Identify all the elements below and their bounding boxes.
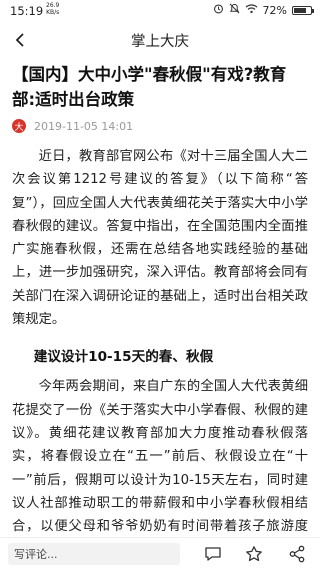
- article-paragraph: 今年两会期间，来自广东的全国人大代表黄细花提交了一份《关于落实大中小学春假、秋假…: [12, 379, 308, 557]
- share-button[interactable]: [287, 544, 307, 564]
- source-logo-icon: 大: [12, 119, 26, 133]
- star-icon: [246, 546, 262, 562]
- share-icon: [289, 545, 305, 563]
- battery-percent: 72%: [262, 3, 287, 17]
- comment-icon: [205, 547, 221, 561]
- navbar: 掌上大庆: [0, 24, 320, 56]
- article-meta: 大 2019-11-05 14:01: [12, 117, 308, 135]
- mute-icon: [229, 3, 240, 17]
- bottom-bar: [0, 537, 320, 570]
- status-icons: 72%: [213, 3, 314, 17]
- article-subheading: 建议设计10-15天的春、秋假: [33, 349, 214, 366]
- wifi-icon: [245, 3, 258, 17]
- network-speed-unit: KB/s: [46, 8, 60, 16]
- favorite-button[interactable]: [244, 544, 264, 564]
- battery-level: [294, 7, 306, 13]
- chevron-left-icon: [15, 33, 24, 47]
- article: 【国内】大中小学"春秋假"有戏?教育部:适时出台政策 大 2019-11-05 …: [12, 62, 308, 562]
- network-speed: 26.9 KB/s: [46, 2, 60, 16]
- article-title: 【国内】大中小学"春秋假"有戏?教育部:适时出台政策: [12, 65, 287, 109]
- status-bar: 15:19 26.9 KB/s 72%: [0, 0, 320, 22]
- battery-icon: [292, 5, 314, 15]
- comment-input[interactable]: [8, 543, 180, 565]
- back-button[interactable]: [8, 28, 32, 52]
- comments-button[interactable]: [203, 544, 223, 564]
- article-paragraph: 近日，教育部官网公布《对十三届全国人大二次会议第1212号建议的答复》（以下简称…: [12, 149, 308, 328]
- page-title: 掌上大庆: [131, 33, 189, 50]
- publish-date: 2019-11-05 14:01: [34, 119, 134, 133]
- status-time: 15:19: [10, 4, 44, 18]
- alarm-icon: [213, 3, 224, 17]
